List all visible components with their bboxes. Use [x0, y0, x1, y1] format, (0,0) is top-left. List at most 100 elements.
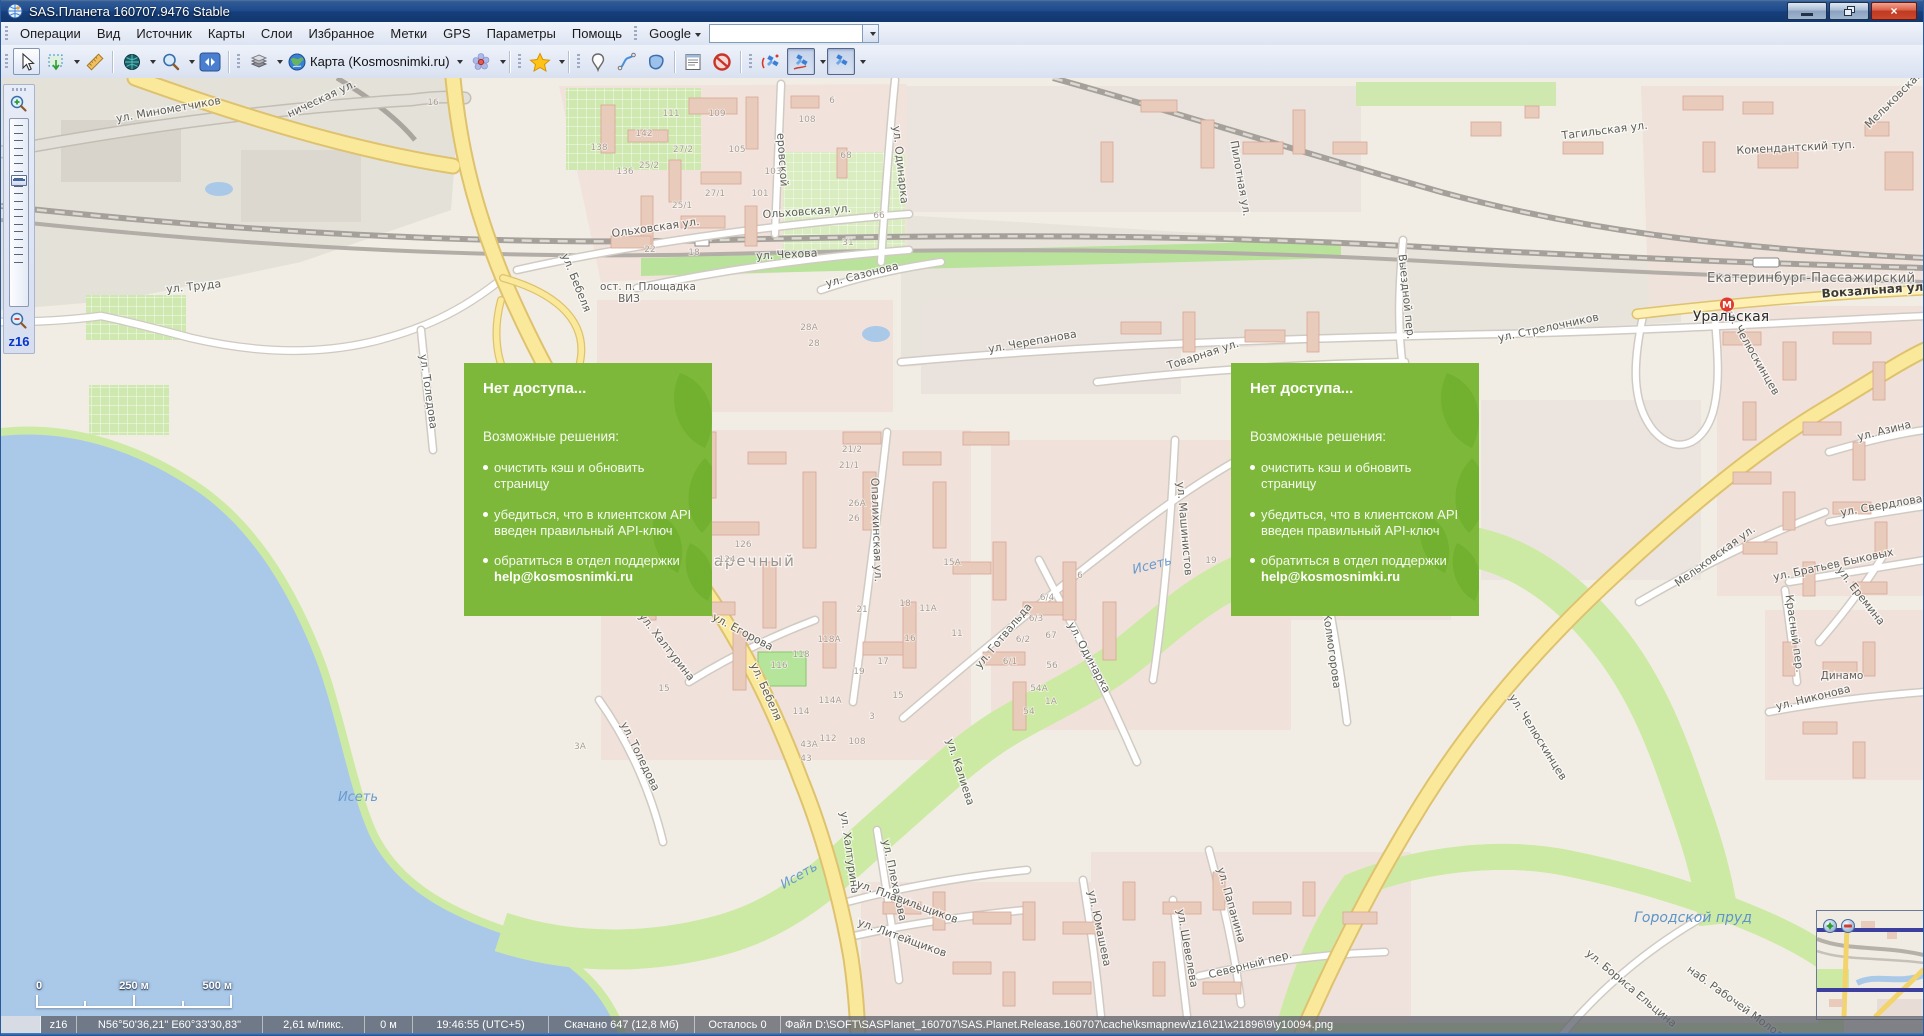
status-segment: N56°50'36,21" E60°33'30,83" [77, 1016, 263, 1033]
search-input[interactable] [709, 24, 862, 43]
cursor-tool-button[interactable] [13, 48, 40, 75]
map-viewport[interactable]: ул. Минометчиковническая ул.ул. ТрудаОль… [1, 78, 1924, 1036]
chevron-down-icon[interactable] [277, 60, 283, 64]
zoom-tick [14, 163, 23, 164]
chevron-down-icon[interactable] [860, 60, 866, 64]
house-number: 22 [644, 245, 655, 255]
gps-track-toggle[interactable] [787, 48, 815, 75]
flower-icon [471, 52, 491, 72]
zoom-slider[interactable] [9, 118, 29, 307]
chevron-down-icon[interactable] [820, 60, 826, 64]
zoom-in-button[interactable] [8, 93, 30, 115]
path-icon [617, 52, 637, 72]
house-number: 43А [800, 740, 818, 750]
zoom-tick [14, 133, 23, 134]
restore-button[interactable] [1829, 2, 1869, 20]
zoom-panel: z16 [3, 84, 35, 354]
chevron-down-icon[interactable] [559, 60, 565, 64]
placemark-icon [589, 52, 607, 72]
close-button[interactable]: × [1871, 2, 1917, 20]
chevron-down-icon[interactable] [150, 60, 156, 64]
menu-items: ОперацииВидИсточникКартыСлоиИзбранноеМет… [12, 24, 630, 43]
map-source-dropdown[interactable]: Карта (Kosmosnimki.ru) [284, 48, 466, 75]
add-placemark-button[interactable] [585, 48, 612, 75]
google-label: Google [649, 26, 691, 41]
map-canvas[interactable]: ул. Минометчиковническая ул.ул. ТрудаОль… [1, 78, 1924, 1036]
search-combobox[interactable] [709, 24, 879, 43]
selection-tool-button[interactable] [42, 48, 69, 75]
zoom-tick [14, 262, 23, 263]
house-number: 118 [792, 650, 809, 660]
gps-follow-toggle[interactable] [827, 48, 855, 75]
error-solutions: очистить кэш и обновить страницу убедить… [483, 460, 696, 585]
house-number: 109 [708, 109, 725, 119]
menu-item-операции[interactable]: Операции [12, 24, 89, 43]
fullscreen-button[interactable] [196, 48, 224, 75]
search-dropdown-button[interactable] [862, 24, 879, 43]
zoom-tick [14, 186, 23, 187]
house-number: 138 [590, 143, 607, 153]
app-icon [7, 3, 23, 19]
menu-item-gps[interactable]: GPS [435, 24, 478, 43]
menu-item-карты[interactable]: Карты [200, 24, 253, 43]
house-number: 68 [840, 151, 852, 161]
minimap-zoom-in-button[interactable] [1823, 919, 1837, 933]
toolbar-separator [674, 51, 676, 73]
menu-item-метки[interactable]: Метки [382, 24, 435, 43]
gps-connect-button[interactable] [757, 48, 785, 75]
add-polygon-button[interactable] [643, 48, 670, 75]
house-number: 108 [798, 115, 815, 125]
zoom-slider-handle[interactable] [11, 175, 27, 186]
map-label: Екатеринбург-Пассажирский [1707, 270, 1915, 286]
zoom-tick [14, 201, 23, 202]
house-number: 18 [688, 248, 700, 258]
plus-icon [1826, 922, 1834, 930]
chevron-down-icon[interactable] [189, 60, 195, 64]
house-number: 11 [951, 629, 962, 639]
error-title: Нет доступа... [1250, 380, 1463, 397]
house-number: 118А [817, 635, 841, 645]
zoom-tool-button[interactable] [157, 48, 184, 75]
zoom-out-button[interactable] [8, 310, 30, 332]
menu-item-избранное[interactable]: Избранное [301, 24, 383, 43]
map-label: ул. Челюскинцев [1506, 692, 1569, 783]
house-number: 124 [718, 555, 735, 565]
menu-item-источник[interactable]: Источник [128, 24, 200, 43]
scale-mid: 250 м [119, 980, 149, 992]
map-label: Уральская [1693, 309, 1769, 325]
menu-item-вид[interactable]: Вид [89, 24, 129, 43]
toolbar-grip [749, 54, 752, 69]
menu-item-параметры[interactable]: Параметры [479, 24, 564, 43]
house-number: 101 [751, 189, 768, 199]
house-number: 19 [1205, 556, 1217, 566]
full-map-button[interactable] [118, 48, 145, 75]
favorites-button[interactable] [526, 48, 554, 75]
zoom-in-icon [9, 94, 29, 114]
chevron-down-icon[interactable] [74, 60, 80, 64]
menu-item-слои[interactable]: Слои [253, 24, 301, 43]
layers-flower-button[interactable] [468, 48, 495, 75]
map-label: Городской пруд [1634, 910, 1752, 926]
house-number: 6 [1077, 571, 1083, 581]
house-number: 27/1 [705, 189, 725, 199]
placemark-manager-button[interactable] [680, 48, 707, 75]
panel-grip[interactable] [12, 88, 27, 91]
chevron-down-icon[interactable] [500, 60, 506, 64]
house-number: 31 [842, 238, 853, 248]
menu-item-google[interactable]: Google [641, 24, 705, 43]
house-number: 16 [904, 634, 916, 644]
hide-marks-button[interactable] [709, 48, 736, 75]
selection-rect-icon [46, 52, 66, 72]
minimize-button[interactable] [1787, 2, 1827, 20]
add-path-button[interactable] [614, 48, 641, 75]
zoom-tick [14, 155, 23, 156]
zoom-tick [14, 178, 23, 179]
minimap-zoom-out-button[interactable] [1841, 919, 1855, 933]
menu-item-помощь[interactable]: Помощь [564, 24, 630, 43]
mini-map[interactable] [1816, 910, 1924, 1020]
toolbar-grip [518, 54, 521, 69]
measure-tool-button[interactable] [81, 48, 108, 75]
house-number: 142 [635, 129, 652, 139]
title-bar: SAS.Планета 160707.9476 Stable × [1, 0, 1923, 22]
fill-map-button[interactable] [245, 48, 272, 75]
